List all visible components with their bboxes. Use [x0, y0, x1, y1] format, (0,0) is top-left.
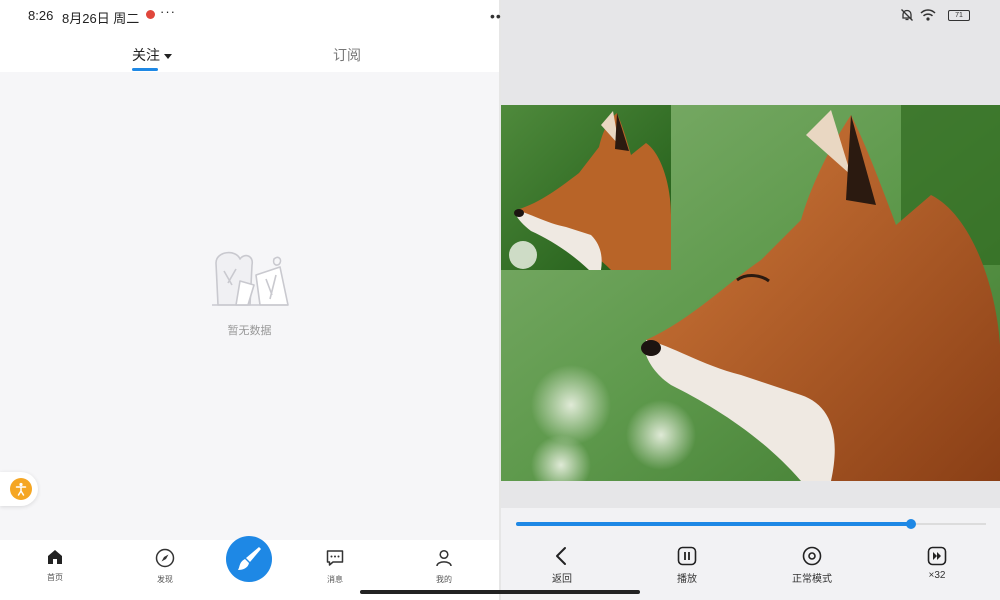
empty-state-text: 暂无数据: [227, 325, 272, 337]
nav-discover[interactable]: 发现: [135, 548, 195, 585]
wifi-icon: [920, 9, 936, 21]
tab-follow[interactable]: 关注: [132, 45, 172, 65]
status-icons: 71: [900, 8, 970, 24]
chevron-left-icon: [556, 547, 566, 565]
status-more-icon: ···: [160, 4, 176, 19]
accessibility-float-button[interactable]: [0, 472, 38, 506]
nav-me[interactable]: 我的: [414, 548, 474, 585]
progress-handle[interactable]: [906, 519, 916, 529]
nav-home[interactable]: 首页: [25, 548, 85, 583]
play-pause-button[interactable]: 播放: [647, 546, 727, 585]
back-button-label: 返回: [552, 574, 572, 585]
compass-icon: [155, 548, 175, 568]
nav-discover-label: 发现: [157, 575, 173, 584]
status-time: 8:26: [28, 8, 54, 23]
accessibility-icon: [10, 478, 32, 500]
nav-home-label: 首页: [47, 573, 63, 582]
home-icon: [48, 550, 62, 564]
player-controls: 返回 播放 正常模式 ×32: [501, 508, 1000, 600]
back-button[interactable]: 返回: [522, 546, 602, 585]
person-icon: [436, 549, 452, 567]
tab-bar: 关注 订阅: [0, 32, 499, 72]
fast-forward-icon: [927, 546, 947, 566]
right-pane: 71 返回 播放 正常模式 ×32: [501, 0, 1000, 600]
create-button[interactable]: [226, 536, 272, 582]
thumbnail-preview[interactable]: [501, 105, 671, 270]
left-pane: 8:26 8月26日 周二 ··· 关注 订阅 暂无数据 首页 发现 消息 我的: [0, 0, 499, 600]
target-icon: [802, 546, 822, 566]
screen: 8:26 8月26日 周二 ··· 关注 订阅 暂无数据 首页 发现 消息 我的…: [0, 0, 1000, 600]
nav-message-label: 消息: [327, 575, 343, 584]
tab-subscribe[interactable]: 订阅: [333, 45, 361, 65]
nav-me-label: 我的: [436, 575, 452, 584]
battery-icon: 71: [948, 10, 970, 21]
status-date: 8月26日 周二: [62, 11, 140, 26]
message-icon: [326, 550, 344, 566]
mute-bell-icon: [901, 9, 913, 21]
brush-icon: [238, 547, 261, 570]
empty-state-illustration: [212, 251, 289, 306]
mode-button[interactable]: 正常模式: [772, 546, 852, 585]
pause-icon: [677, 546, 697, 566]
tab-indicator: [132, 68, 158, 71]
notification-app-icon: [146, 10, 155, 19]
mode-button-label: 正常模式: [792, 574, 832, 585]
speed-button[interactable]: ×32: [897, 546, 977, 581]
progress-fill: [516, 522, 911, 526]
tab-follow-label: 关注: [132, 47, 160, 63]
home-indicator[interactable]: [360, 590, 640, 594]
play-button-label: 播放: [677, 574, 697, 585]
status-bar: 8:26 8月26日 周二 ···: [0, 0, 499, 32]
caret-down-icon: [164, 53, 172, 59]
nav-message[interactable]: 消息: [305, 548, 365, 585]
speed-button-label: ×32: [928, 570, 946, 581]
